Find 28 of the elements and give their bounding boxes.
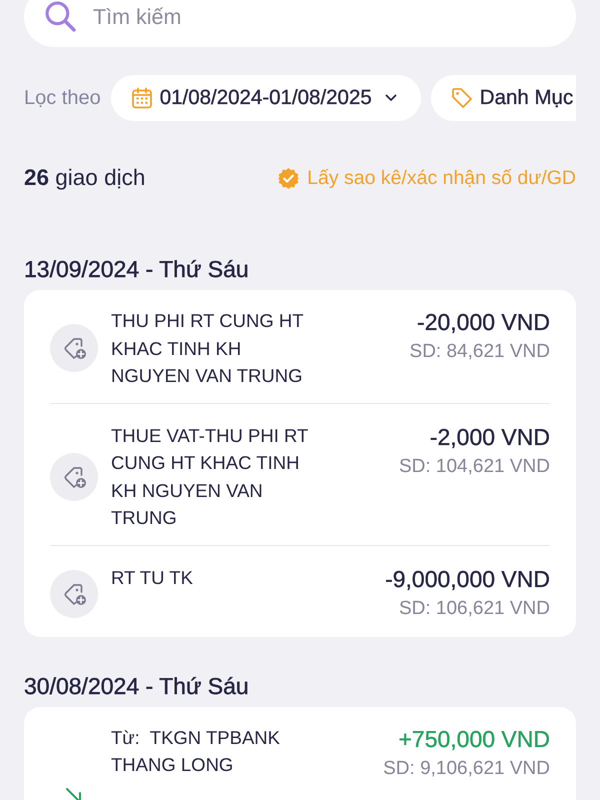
transaction-amount: +750,000 VND [398, 724, 550, 754]
balance-text: SD: 84,621 VND [410, 340, 550, 364]
balance-text: SD: 9,106,621 VND [383, 756, 550, 780]
filter-label: Lọc theo [24, 86, 101, 110]
search-icon [44, 0, 77, 33]
calendar-icon [130, 87, 153, 109]
verified-badge-icon [277, 166, 300, 190]
tag-icon [450, 87, 473, 109]
balance-text: SD: 104,621 VND [398, 454, 550, 478]
transaction-description: Từ: TKGN TPBANK THANG LONG [111, 726, 281, 777]
transaction-description: THU PHI RT CUNG HT KHAC TINH KH NGUYEN VAN TRUNG [111, 309, 304, 388]
tag-add-icon[interactable] [50, 570, 98, 618]
date-range-filter[interactable]: 01/08/2024-01/08/2025 [110, 75, 421, 121]
transaction-count: 26 giao dịch [24, 165, 146, 191]
caret-icon [384, 94, 397, 102]
date-heading: 30/08/2024 - Thứ Sáu [24, 672, 250, 698]
transaction-amount: -9,000,000 VND [385, 564, 550, 594]
category-filter[interactable]: Danh Mục [430, 75, 576, 121]
search-field[interactable]: Tìm kiếm [24, 0, 576, 47]
transaction-description: THUE VAT-THU PHI RT CUNG HT KHAC TINH KH NGUYEN VAN TRUNG [111, 424, 310, 530]
transaction-amount: -20,000 VND [417, 308, 550, 337]
arrow-icon [64, 786, 84, 800]
transaction-amount: -2,000 VND [430, 422, 550, 452]
balance-text: SD: 106,621 VND [398, 596, 550, 620]
date-heading: 13/09/2024 - Thứ Sáu [24, 256, 250, 282]
tag-add-icon[interactable] [50, 452, 98, 500]
tag-add-icon[interactable] [50, 324, 98, 372]
transaction-description: RT TU TK [111, 566, 194, 590]
